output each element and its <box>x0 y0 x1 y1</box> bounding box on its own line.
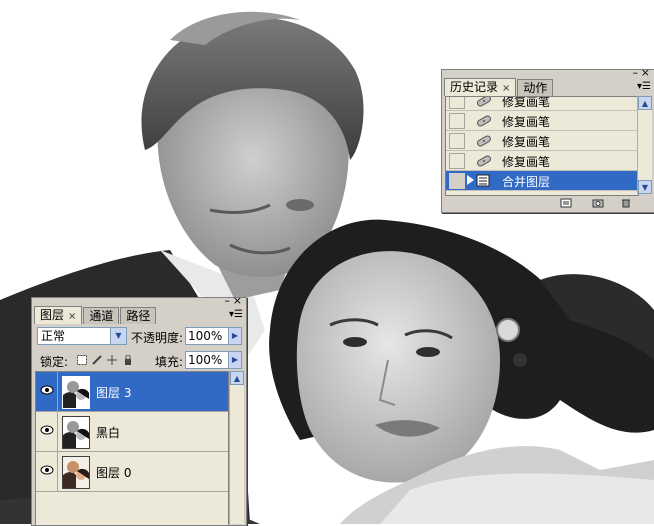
history-item-label: 合并图层 <box>502 175 551 189</box>
history-item[interactable]: 修复画笔 <box>446 151 638 171</box>
opacity-label: 不透明度: <box>131 331 184 345</box>
layers-panel: – × 图层 × 通道 路径 ▾☰ 正常 ▼ 不透明度: 100% ▶ 锁定: 填… <box>31 295 247 526</box>
lock-paint-brush-icon[interactable] <box>92 355 102 365</box>
tab-channels[interactable]: 通道 <box>83 307 120 324</box>
healing-brush-icon <box>477 155 491 167</box>
lock-move-icon[interactable] <box>107 355 117 365</box>
tab-label: 路径 <box>126 309 151 323</box>
fill-input[interactable]: 100% <box>185 351 229 369</box>
history-item-label: 修复画笔 <box>502 135 551 149</box>
layer-thumbnail <box>62 456 90 489</box>
lock-label: 锁定: <box>40 355 69 369</box>
tab-paths[interactable]: 路径 <box>120 307 157 324</box>
tab-label: 历史记录 <box>450 80 499 94</box>
layers-tabs: 图层 × 通道 路径 <box>34 306 244 324</box>
healing-brush-icon <box>477 97 491 107</box>
layer-row[interactable]: 图层 0 <box>36 452 228 492</box>
history-scrollbar[interactable]: ▲ ▼ <box>637 96 652 194</box>
panel-drag-bar[interactable] <box>32 298 246 306</box>
eye-icon <box>40 385 54 395</box>
layers-list: 图层 3 黑白 图层 0 <box>35 371 229 526</box>
history-item[interactable]: 修复画笔 <box>446 131 638 151</box>
lock-fill-row: 锁定: 填充: 100% ▶ <box>35 348 243 370</box>
eye-icon <box>40 465 54 475</box>
trash-icon[interactable] <box>620 198 632 208</box>
tab-actions[interactable]: 动作 <box>517 79 554 96</box>
eye-icon <box>40 425 54 435</box>
visibility-toggle[interactable] <box>37 412 58 451</box>
snapshot-source-checkbox[interactable] <box>449 113 465 129</box>
history-item[interactable]: 修复画笔 <box>446 96 638 111</box>
panel-menu-icon[interactable]: ▾☰ <box>229 310 243 320</box>
layer-name: 图层 0 <box>96 466 132 480</box>
tab-label: 动作 <box>523 81 548 95</box>
blend-mode-value: 正常 <box>41 329 66 343</box>
tab-label: 图层 <box>40 308 65 322</box>
healing-brush-icon <box>477 135 491 147</box>
layer-row[interactable]: 黑白 <box>36 412 228 452</box>
opacity-slider-button[interactable]: ▶ <box>228 327 242 345</box>
snapshot-camera-icon[interactable] <box>592 198 604 208</box>
history-item[interactable]: 修复画笔 <box>446 111 638 131</box>
layer-thumbnail <box>62 376 90 409</box>
lock-all-icon[interactable] <box>123 355 133 365</box>
layer-thumbnail <box>62 416 90 449</box>
layer-name: 图层 3 <box>96 386 132 400</box>
visibility-toggle[interactable] <box>37 452 58 491</box>
history-list: 修复画笔 修复画笔 修复画笔 修复画笔 合并图层 <box>445 96 639 196</box>
healing-brush-icon <box>477 115 491 127</box>
opacity-input[interactable]: 100% <box>185 327 229 345</box>
scroll-down-icon[interactable]: ▼ <box>638 180 652 194</box>
scroll-up-icon[interactable]: ▲ <box>638 96 652 110</box>
fill-label: 填充: <box>155 355 184 369</box>
snapshot-source-checkbox[interactable] <box>449 133 465 149</box>
fill-value: 100% <box>188 353 223 367</box>
tab-history[interactable]: 历史记录 × <box>444 78 517 96</box>
snapshot-source-checkbox[interactable] <box>449 153 465 169</box>
history-state-slider-icon[interactable] <box>467 175 474 185</box>
tab-label: 通道 <box>89 309 114 323</box>
lock-transparent-icon[interactable] <box>77 355 87 365</box>
history-panel: – × 历史记录 × 动作 ▾☰ 修复画笔 修复画笔 修复画笔 修复画笔 合并图… <box>441 67 654 213</box>
new-document-icon[interactable] <box>560 198 572 208</box>
history-item-label: 修复画笔 <box>502 115 551 129</box>
history-item-label: 修复画笔 <box>502 96 551 109</box>
layer-row-selected[interactable]: 图层 3 <box>36 372 228 412</box>
scroll-up-icon[interactable]: ▲ <box>230 371 244 385</box>
snapshot-source-checkbox[interactable] <box>449 97 465 109</box>
opacity-value: 100% <box>188 329 223 343</box>
history-tabs: 历史记录 × 动作 <box>444 78 652 96</box>
close-tab-icon[interactable]: × <box>502 83 510 94</box>
panel-menu-icon[interactable]: ▾☰ <box>637 82 651 92</box>
blend-mode-select[interactable]: 正常 ▼ <box>37 327 127 345</box>
fill-slider-button[interactable]: ▶ <box>228 351 242 369</box>
merge-layers-icon <box>476 174 490 187</box>
history-bottom-bar <box>442 196 654 212</box>
layer-name: 黑白 <box>96 426 121 440</box>
blend-opacity-row: 正常 ▼ 不透明度: 100% ▶ <box>35 324 243 346</box>
tab-layers[interactable]: 图层 × <box>34 306 83 324</box>
visibility-toggle[interactable] <box>37 372 58 411</box>
chevron-down-icon[interactable]: ▼ <box>110 328 126 344</box>
close-tab-icon[interactable]: × <box>68 311 76 322</box>
history-item-label: 修复画笔 <box>502 155 551 169</box>
panel-drag-bar[interactable] <box>442 70 654 78</box>
history-item-selected[interactable]: 合并图层 <box>446 171 638 191</box>
layers-scrollbar[interactable]: ▲ <box>229 371 244 524</box>
snapshot-source-checkbox[interactable] <box>449 173 465 189</box>
